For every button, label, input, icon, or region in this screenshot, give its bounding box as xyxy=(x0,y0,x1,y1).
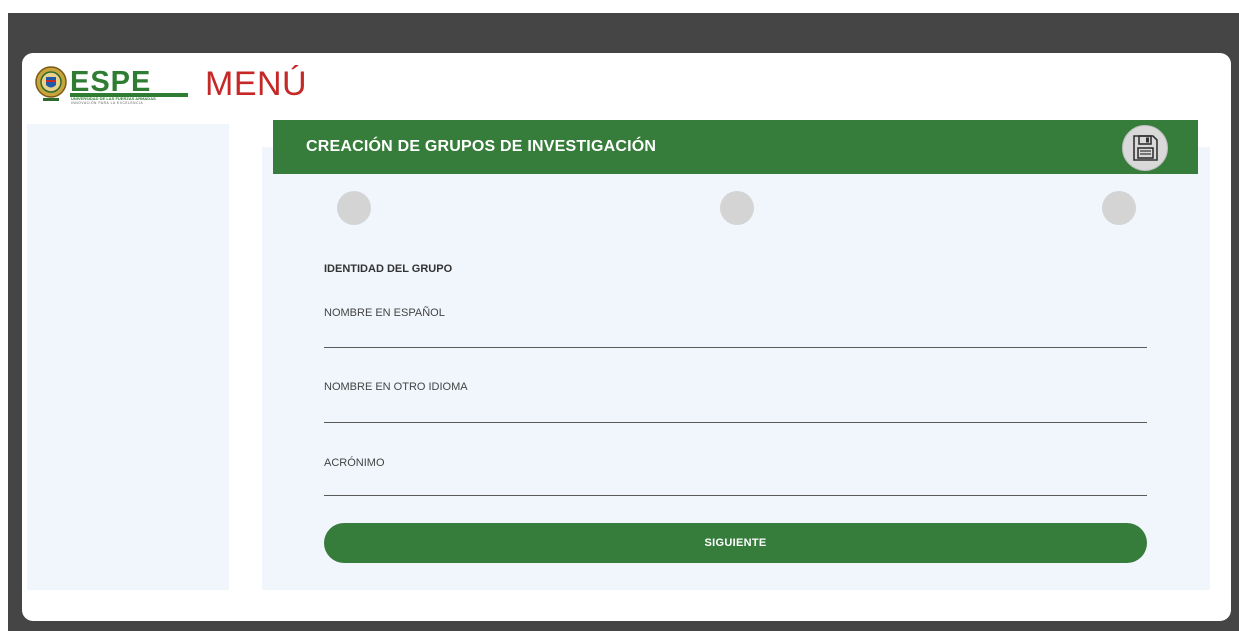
main-window: ESPE UNIVERSIDAD DE LAS FUERZAS ARMADAS … xyxy=(22,53,1231,621)
menu-title[interactable]: MENÚ xyxy=(205,65,307,104)
step-indicator-1[interactable] xyxy=(337,191,371,225)
svg-text:INNOVACIÓN PARA LA EXCELENCIA: INNOVACIÓN PARA LA EXCELENCIA xyxy=(71,100,143,105)
espe-logo-graphic: ESPE UNIVERSIDAD DE LAS FUERZAS ARMADAS … xyxy=(35,66,188,105)
field-label-nombre-otro-idioma: NOMBRE EN OTRO IDIOMA xyxy=(324,381,468,393)
floppy-disk-icon xyxy=(1133,135,1158,161)
sidebar xyxy=(27,124,229,590)
form-header: CREACIÓN DE GRUPOS DE INVESTIGACIÓN xyxy=(273,120,1198,174)
save-button[interactable] xyxy=(1122,125,1168,171)
siguiente-button[interactable]: SIGUIENTE xyxy=(324,523,1147,563)
acronimo-input[interactable] xyxy=(324,476,1147,496)
nombre-otro-idioma-input[interactable] xyxy=(324,403,1147,423)
section-title: IDENTIDAD DEL GRUPO xyxy=(324,263,453,275)
espe-logo[interactable]: ESPE UNIVERSIDAD DE LAS FUERZAS ARMADAS … xyxy=(34,65,210,105)
field-label-acronimo: ACRÓNIMO xyxy=(324,457,385,469)
nombre-espanol-input[interactable] xyxy=(324,328,1147,348)
field-label-nombre-espanol: NOMBRE EN ESPAÑOL xyxy=(324,307,445,319)
form-header-title: CREACIÓN DE GRUPOS DE INVESTIGACIÓN xyxy=(306,138,657,155)
step-indicator-2[interactable] xyxy=(720,191,754,225)
step-indicator-3[interactable] xyxy=(1102,191,1136,225)
